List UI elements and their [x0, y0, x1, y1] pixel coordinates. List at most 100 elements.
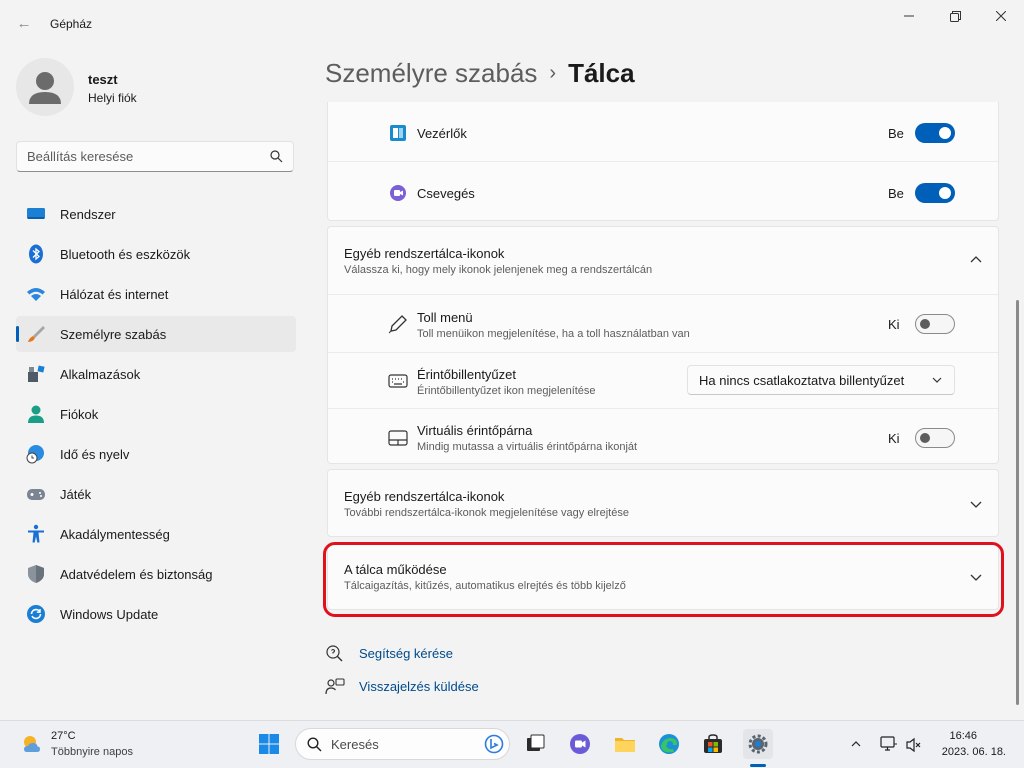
sidebar-item-windows-update[interactable]: Windows Update: [16, 596, 296, 632]
taskbar-start-button[interactable]: [254, 729, 284, 759]
sidebar-item-gaming[interactable]: Játék: [16, 476, 296, 512]
person-icon: [28, 405, 44, 423]
weather-sun-cloud-icon[interactable]: [20, 732, 44, 756]
sidebar-item-apps[interactable]: Alkalmazások: [16, 356, 296, 392]
bing-icon[interactable]: [484, 734, 504, 754]
taskbar: 27°C Többnyire napos Keresés 16:46 2023.…: [0, 720, 1024, 768]
search-icon: [307, 737, 322, 752]
chevron-up-icon[interactable]: [850, 738, 862, 750]
sidebar-item-system[interactable]: Rendszer: [16, 196, 296, 232]
sidebar-item-label: Személyre szabás: [60, 327, 167, 342]
row-description: Toll menüikon megjelenítése, ha a toll h…: [417, 328, 690, 340]
chevron-down-icon[interactable]: [968, 569, 984, 585]
maximize-button[interactable]: [932, 0, 978, 32]
row-title: Virtuális érintőpárna: [417, 423, 533, 438]
breadcrumb-parent[interactable]: Személyre szabás: [325, 58, 537, 88]
taskbar-file-explorer[interactable]: [610, 729, 640, 759]
minimize-button[interactable]: [886, 0, 932, 32]
toggle-state-label: Ki: [888, 431, 900, 446]
toggle-knob: [920, 433, 930, 443]
row-title: Vezérlők: [417, 126, 467, 141]
help-icon: [326, 645, 343, 662]
taskbar-items-card: Vezérlők Be Csevegés Be: [327, 102, 999, 221]
taskbar-behaviors-card[interactable]: A tálca működése Tálcaigazítás, kitűzés,…: [327, 542, 999, 610]
taskbar-search-label: Keresés: [331, 737, 379, 752]
section-description: Tálcaigazítás, kitűzés, automatikus elre…: [344, 580, 626, 592]
sidebar-item-privacy[interactable]: Adatvédelem és biztonság: [16, 556, 296, 592]
chat-toggle[interactable]: [915, 183, 955, 203]
chevron-up-icon[interactable]: [968, 252, 984, 268]
dropdown-selected-value: Ha nincs csatlakoztatva billentyűzet: [699, 373, 905, 388]
toggle-state-label: Be: [888, 126, 904, 141]
weather-condition: Többnyire napos: [51, 746, 133, 758]
settings-search[interactable]: [16, 141, 294, 172]
close-icon: [996, 11, 1006, 21]
row-description: Érintőbillentyűzet ikon megjelenítése: [417, 385, 596, 397]
touchpad-icon: [388, 430, 408, 446]
task-view-icon: [527, 734, 545, 751]
row-description: Mindig mutassa a virtuális érintőpárna i…: [417, 441, 638, 453]
title-bar: ← Gépház: [0, 0, 1024, 48]
active-app-indicator: [750, 764, 766, 767]
taskbar-store[interactable]: [698, 729, 728, 759]
taskbar-settings[interactable]: [743, 729, 773, 759]
sidebar-item-label: Adatvédelem és biztonság: [60, 567, 213, 582]
close-button[interactable]: [978, 0, 1024, 32]
sidebar-item-label: Fiókok: [60, 407, 99, 422]
clock-time[interactable]: 16:46: [949, 730, 977, 742]
touch-keyboard-dropdown[interactable]: Ha nincs csatlakoztatva billentyűzet: [687, 365, 955, 395]
chevron-down-icon[interactable]: [968, 496, 984, 512]
taskbar-chat[interactable]: [565, 729, 595, 759]
section-description: További rendszertálca-ikonok megjeleníté…: [344, 507, 629, 519]
sidebar-item-accounts[interactable]: Fiókok: [16, 396, 296, 432]
toggle-knob: [939, 127, 951, 139]
chat-icon: [390, 185, 406, 201]
section-title: Egyéb rendszertálca-ikonok: [344, 246, 505, 261]
sidebar-item-network[interactable]: Hálózat és internet: [16, 276, 296, 312]
gamepad-icon: [27, 489, 45, 500]
profile-name: teszt: [88, 72, 118, 87]
network-icon[interactable]: [880, 735, 898, 753]
back-button[interactable]: ←: [12, 12, 36, 36]
widgets-icon: [390, 125, 406, 141]
toggle-knob: [920, 319, 930, 329]
sidebar-item-label: Akadálymentesség: [60, 527, 170, 542]
pen-menu-toggle[interactable]: [915, 314, 955, 334]
brush-icon: [28, 326, 45, 342]
sidebar-item-personalization[interactable]: Személyre szabás: [16, 316, 296, 352]
search-input[interactable]: [27, 149, 257, 164]
toggle-knob: [939, 187, 951, 199]
section-description: Válassza ki, hogy mely ikonok jelenjenek…: [344, 264, 653, 276]
overflow-icons-card[interactable]: Egyéb rendszertálca-ikonok További rends…: [327, 469, 999, 537]
scrollbar[interactable]: [1016, 300, 1019, 705]
setting-row-touch-keyboard: Érintőbillentyűzet Érintőbillentyűzet ik…: [328, 352, 998, 408]
link-label: Visszajelzés küldése: [359, 679, 479, 694]
taskbar-edge[interactable]: [654, 729, 684, 759]
link-label: Segítség kérése: [359, 646, 453, 661]
taskbar-search[interactable]: Keresés: [295, 728, 510, 760]
corner-icons-header[interactable]: Egyéb rendszertálca-ikonok Válassza ki, …: [328, 227, 998, 294]
sidebar-item-label: Bluetooth és eszközök: [60, 247, 191, 262]
gear-icon: [748, 734, 768, 754]
section-title: A tálca működése: [344, 562, 447, 577]
back-arrow-icon: ←: [16, 15, 32, 32]
sidebar-item-time-language[interactable]: Idő és nyelv: [16, 436, 296, 472]
breadcrumb: Személyre szabás › Tálca: [325, 58, 635, 89]
windows-logo-icon: [259, 734, 279, 754]
avatar[interactable]: [16, 58, 74, 116]
wifi-icon: [27, 288, 45, 301]
taskbar-task-view[interactable]: [520, 729, 550, 759]
search-icon: [270, 150, 283, 163]
clock-date[interactable]: 2023. 06. 18.: [942, 746, 1006, 758]
sidebar-item-bluetooth[interactable]: Bluetooth és eszközök: [16, 236, 296, 272]
window-title: Gépház: [50, 17, 93, 31]
bluetooth-icon: [29, 244, 43, 264]
section-title: Egyéb rendszertálca-ikonok: [344, 489, 505, 504]
sidebar-item-label: Windows Update: [60, 607, 159, 622]
sidebar-item-accessibility[interactable]: Akadálymentesség: [16, 516, 296, 552]
keyboard-icon: [388, 374, 408, 388]
widgets-toggle[interactable]: [915, 123, 955, 143]
virtual-touchpad-toggle[interactable]: [915, 428, 955, 448]
speaker-muted-icon[interactable]: [905, 736, 923, 754]
row-title: Érintőbillentyűzet: [417, 367, 516, 382]
